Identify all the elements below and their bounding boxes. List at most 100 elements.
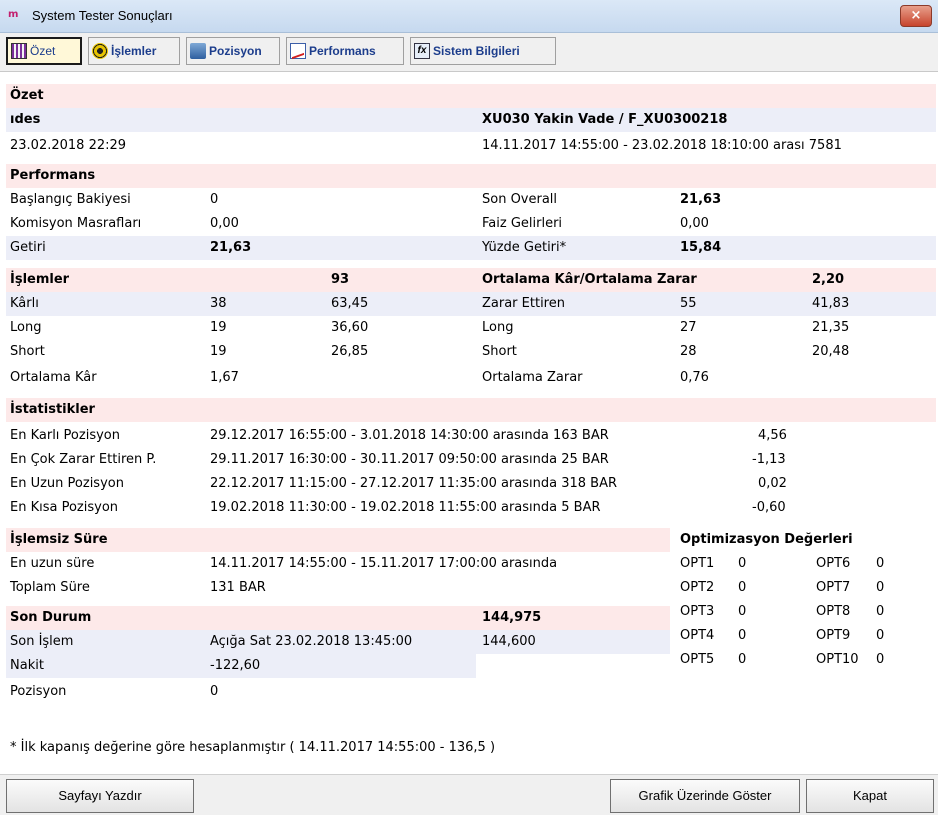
window-title: System Tester Sonuçları xyxy=(32,8,173,23)
count: 28 xyxy=(680,344,697,359)
status-position-row: Pozisyon 0 xyxy=(6,680,476,704)
value: 0,00 xyxy=(210,216,239,231)
count: 27 xyxy=(680,320,697,335)
range: 29.12.2017 16:55:00 - 3.01.2018 14:30:00… xyxy=(210,428,609,443)
close-window-button[interactable]: × xyxy=(900,5,932,27)
opt-value: 0 xyxy=(876,580,885,595)
percent: 21,35 xyxy=(812,320,850,335)
tab-sistem-bilgileri[interactable]: fx Sistem Bilgileri xyxy=(410,37,556,65)
opt-value: 0 xyxy=(876,556,885,571)
trades-average-row: Ortalama Kâr 1,67 Ortalama Zarar 0,76 xyxy=(6,366,936,390)
button-bar: Sayfayı Yazdır Grafik Üzerinde Göster Ka… xyxy=(0,774,938,815)
label: En Uzun Pozisyon xyxy=(10,476,124,491)
value: 21,63 xyxy=(680,192,722,207)
count: 38 xyxy=(210,296,227,311)
value: 21,63 xyxy=(210,240,252,255)
avg-profit: 1,67 xyxy=(210,370,239,385)
value: 144,600 xyxy=(482,634,536,649)
footnote-text: * İlk kapanış değerine göre hesaplanmışt… xyxy=(10,740,496,755)
label: Başlangıç Bakiyesi xyxy=(10,192,131,207)
report-date: 23.02.2018 22:29 xyxy=(10,138,127,153)
opt-value: 0 xyxy=(738,652,747,667)
gear-icon xyxy=(92,43,108,59)
label: Kârlı xyxy=(10,296,39,311)
value: 131 BAR xyxy=(210,580,266,595)
percent: 41,83 xyxy=(812,296,850,311)
idle-longest-row: En uzun süre 14.11.2017 14:55:00 - 15.11… xyxy=(6,552,670,576)
label: En Çok Zarar Ettiren P. xyxy=(10,452,157,467)
tab-pozisyon[interactable]: Pozisyon xyxy=(186,37,280,65)
stats-row: En Uzun Pozisyon 22.12.2017 11:15:00 - 2… xyxy=(6,472,936,496)
section-header-status: Son Durum 144,975 xyxy=(6,606,670,630)
value: 15,84 xyxy=(680,240,722,255)
opt-value: 0 xyxy=(738,628,747,643)
tab-pozisyon-label: Pozisyon xyxy=(209,44,262,58)
label: Toplam Süre xyxy=(10,580,90,595)
tab-islemler-label: İşlemler xyxy=(111,44,157,58)
trades-row: Long 19 36,60 Long 27 21,35 xyxy=(6,316,936,340)
opt-value: 0 xyxy=(876,652,885,667)
section-header-idle: İşlemsiz Süre xyxy=(6,528,670,552)
opt-name: OPT9 xyxy=(816,628,851,643)
optimization-header: Optimizasyon Değerleri xyxy=(680,528,936,552)
label: En Karlı Pozisyon xyxy=(10,428,120,443)
opt-name: OPT1 xyxy=(680,556,715,571)
status-last-trade-row: Son İşlem Açığa Sat 23.02.2018 13:45:00 … xyxy=(6,630,670,654)
line-chart-icon xyxy=(290,43,306,59)
final-value: 144,975 xyxy=(482,610,542,625)
tab-ozet[interactable]: Özet xyxy=(6,37,82,65)
label: Short xyxy=(10,344,45,359)
print-page-button[interactable]: Sayfayı Yazdır xyxy=(6,779,194,813)
opt-row: OPT3 0 OPT8 0 xyxy=(680,600,936,624)
section-header-trades: İşlemler 93 Ortalama Kâr/Ortalama Zarar … xyxy=(6,268,936,292)
avg-loss: 0,76 xyxy=(680,370,709,385)
opt-row: OPT1 0 OPT6 0 xyxy=(680,552,936,576)
opt-value: 0 xyxy=(738,604,747,619)
grid-icon xyxy=(11,43,27,59)
percent: 20,48 xyxy=(812,344,850,359)
function-icon: fx xyxy=(414,43,430,59)
opt-name: OPT10 xyxy=(816,652,859,667)
value: 14.11.2017 14:55:00 - 15.11.2017 17:00:0… xyxy=(210,556,558,571)
opt-name: OPT4 xyxy=(680,628,715,643)
system-tester-window: m System Tester Sonuçları × Özet İşlemle… xyxy=(0,0,938,815)
show-on-chart-button[interactable]: Grafik Üzerinde Göster xyxy=(610,779,800,813)
idle-total-row: Toplam Süre 131 BAR xyxy=(6,576,670,600)
value: 0,02 xyxy=(758,476,787,491)
status-cash-row: Nakit -122,60 xyxy=(6,654,476,678)
label: Nakit xyxy=(10,658,44,673)
opt-name: OPT6 xyxy=(816,556,851,571)
count: 19 xyxy=(210,320,227,335)
label: Yüzde Getiri* xyxy=(482,240,567,255)
opt-name: OPT3 xyxy=(680,604,715,619)
system-name: ıdes xyxy=(10,112,41,127)
value: -122,60 xyxy=(210,658,261,673)
value: 4,56 xyxy=(758,428,787,443)
opt-row: OPT4 0 OPT9 0 xyxy=(680,624,936,648)
label: Zarar Ettiren xyxy=(482,296,565,311)
performance-row: Getiri 21,63 Yüzde Getiri* 15,84 xyxy=(6,236,936,260)
app-icon: m xyxy=(8,9,18,20)
opt-value: 0 xyxy=(738,580,747,595)
tab-performans[interactable]: Performans xyxy=(286,37,404,65)
symbol-name: XU030 Yakin Vade / F_XU0300218 xyxy=(482,112,728,127)
section-title: İstatistikler xyxy=(10,402,95,417)
stats-row: En Karlı Pozisyon 29.12.2017 16:55:00 - … xyxy=(6,424,936,448)
test-range: 14.11.2017 14:55:00 - 23.02.2018 18:10:0… xyxy=(482,138,842,153)
performance-row: Komisyon Masrafları 0,00 Faiz Gelirleri … xyxy=(6,212,936,236)
avg-loss-label: Ortalama Zarar xyxy=(482,370,583,385)
label: Short xyxy=(482,344,517,359)
trades-row: Kârlı 38 63,45 Zarar Ettiren 55 41,83 xyxy=(6,292,936,316)
section-title: İşlemler xyxy=(10,272,70,287)
range: 29.11.2017 16:30:00 - 30.11.2017 09:50:0… xyxy=(210,452,609,467)
tab-islemler[interactable]: İşlemler xyxy=(88,37,180,65)
value: 0,00 xyxy=(680,216,709,231)
opt-value: 0 xyxy=(876,628,885,643)
total-trades: 93 xyxy=(331,272,350,287)
ratio-value: 2,20 xyxy=(812,272,845,287)
opt-value: 0 xyxy=(738,556,747,571)
opt-name: OPT7 xyxy=(816,580,851,595)
close-button[interactable]: Kapat xyxy=(806,779,934,813)
tab-performans-label: Performans xyxy=(309,44,376,58)
value: -0,60 xyxy=(752,500,786,515)
